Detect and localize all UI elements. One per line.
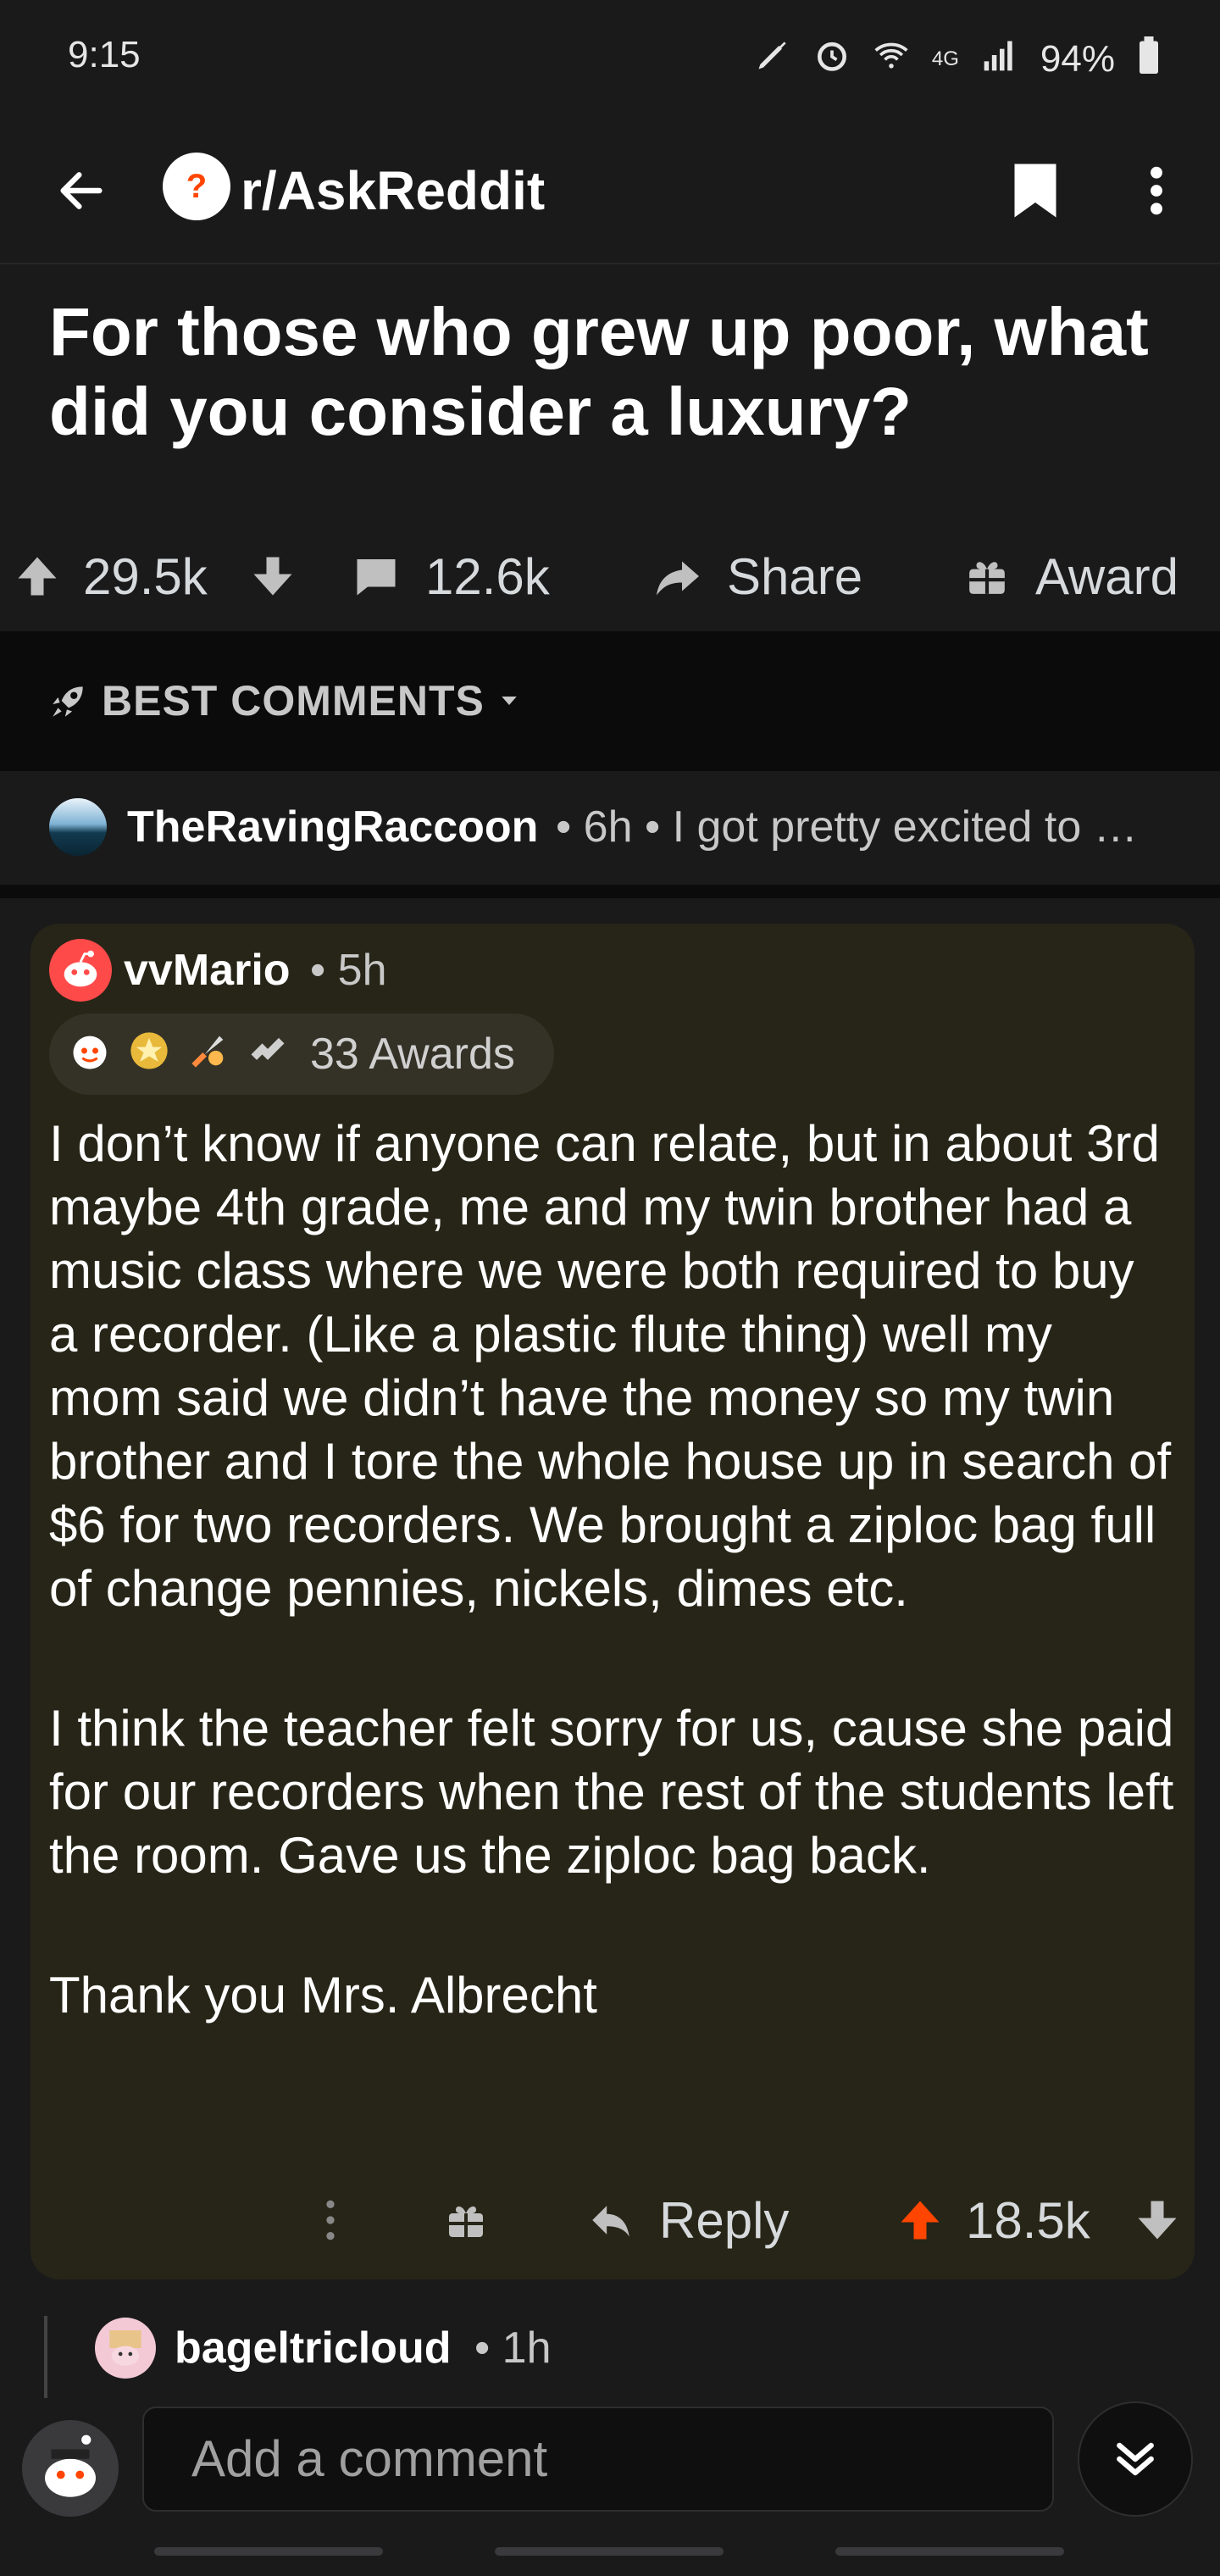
sort-dropdown[interactable]: BEST COMMENTS <box>47 667 522 735</box>
status-icons: 4G 94% <box>754 34 1161 85</box>
post-title: For those who grew up poor, what did you… <box>49 294 1149 449</box>
comment-sort-bar: BEST COMMENTS <box>0 631 1220 771</box>
collapse-threads-button[interactable] <box>1078 2401 1193 2517</box>
arrow-up-icon <box>18 557 57 596</box>
share-button[interactable]: Share <box>727 525 862 627</box>
wholesome-award-icon <box>68 1029 112 1080</box>
comment-more-button[interactable] <box>324 2178 337 2262</box>
comment-author[interactable]: vvMario <box>124 941 291 1000</box>
give-award-button[interactable] <box>446 2178 486 2262</box>
collapsed-comment[interactable]: TheRavingRaccoon • 6h • I got pretty exc… <box>0 773 1220 898</box>
share-icon[interactable] <box>652 525 703 627</box>
back-button[interactable] <box>47 153 115 229</box>
pen-icon <box>754 36 791 83</box>
bookmark-icon <box>1014 164 1056 218</box>
battery-percent: 94% <box>1040 38 1115 80</box>
subreddit-name[interactable]: r/AskReddit <box>241 153 545 229</box>
system-nav-bar <box>0 2540 1220 2561</box>
signal-icon <box>981 36 1018 83</box>
comment-paragraph: I don’t know if anyone can relate, but i… <box>49 1115 1172 1617</box>
status-time: 9:15 <box>68 34 141 75</box>
awards-badge[interactable]: 33 Awards <box>49 1013 554 1095</box>
back-arrow-icon <box>60 172 103 209</box>
downvote-button[interactable] <box>247 525 298 627</box>
snoo-icon <box>109 2330 141 2366</box>
nav-handle[interactable] <box>835 2547 1064 2556</box>
gift-icon <box>449 2206 483 2237</box>
more-vertical-icon <box>326 2200 335 2240</box>
bottom-compose-bar: Add a comment <box>0 2398 1220 2576</box>
avatar[interactable] <box>22 2420 119 2517</box>
rocket-like-award-icon <box>186 1029 230 1080</box>
arrow-down-icon <box>253 557 292 596</box>
reply-button[interactable]: Reply <box>659 2178 789 2262</box>
arrow-up-icon <box>901 2201 940 2240</box>
snoo-icon <box>45 2434 96 2497</box>
comment-paragraph: I think the teacher felt sorry for us, c… <box>49 1700 1174 1884</box>
comment-action-bar: Reply 18.5k <box>30 2178 1195 2262</box>
add-comment-input[interactable]: Add a comment <box>142 2407 1054 2512</box>
top-app-bar: ? r/AskReddit <box>0 119 1220 264</box>
more-options-button[interactable] <box>1127 153 1186 229</box>
more-vertical-icon <box>1151 166 1162 215</box>
snoo-icon <box>64 950 97 987</box>
comments-button[interactable] <box>351 525 402 627</box>
upvote-button[interactable] <box>12 525 63 627</box>
award-gift-icon[interactable] <box>966 525 1008 627</box>
comment-downvote-button[interactable] <box>1132 2178 1183 2262</box>
rocket-icon <box>53 686 83 717</box>
avatar[interactable] <box>49 939 112 1002</box>
comment-age: • 1h <box>474 2323 552 2373</box>
post-action-bar: 29.5k 12.6k Share Award <box>0 525 1220 627</box>
post-score: 29.5k <box>83 547 208 605</box>
awards-count: 33 Awards <box>310 1030 515 1079</box>
comments-count[interactable]: 12.6k <box>425 525 550 627</box>
comment-body: I don’t know if anyone can relate, but i… <box>49 1112 1176 2027</box>
reply-icon[interactable] <box>586 2178 635 2262</box>
sort-label: BEST COMMENTS <box>102 677 485 724</box>
comment-upvote-button[interactable] <box>895 2178 946 2262</box>
gold-award-icon <box>127 1029 171 1080</box>
award-button[interactable]: Award <box>1035 525 1178 627</box>
network-type: 4G <box>931 47 959 70</box>
comment-bubble-icon <box>357 559 396 596</box>
avatar[interactable] <box>49 798 107 856</box>
child-comment[interactable]: bageltricloud • 1h <box>0 2292 1220 2401</box>
subreddit-icon[interactable]: ? <box>163 153 230 220</box>
nav-handle[interactable] <box>495 2547 724 2556</box>
thread-line <box>44 2316 47 2401</box>
comment-meta: • 6h • I got pretty excited to … <box>556 802 1138 852</box>
comment-score: 18.5k <box>966 2191 1090 2249</box>
bookmark-button[interactable] <box>1001 153 1069 229</box>
double-chevron-down-icon <box>1117 2442 1154 2476</box>
caret-down-icon <box>502 697 517 705</box>
highlighted-comment: vvMario • 5h 33 Awards I don’t know if a… <box>30 924 1195 2279</box>
wifi-icon <box>873 36 910 83</box>
comment-author[interactable]: bageltricloud <box>175 2318 451 2379</box>
status-bar: 9:15 4G 94% <box>0 0 1220 119</box>
comment-author[interactable]: TheRavingRaccoon <box>127 798 538 856</box>
nav-handle[interactable] <box>154 2547 383 2556</box>
helpful-award-icon <box>246 1029 290 1080</box>
arrow-down-icon <box>1138 2201 1177 2240</box>
battery-icon <box>1137 36 1161 83</box>
alarm-icon <box>813 36 851 83</box>
comment-paragraph: Thank you Mrs. Albrecht <box>49 1967 597 2024</box>
comment-age: • 5h <box>310 946 387 995</box>
avatar[interactable] <box>95 2318 156 2379</box>
